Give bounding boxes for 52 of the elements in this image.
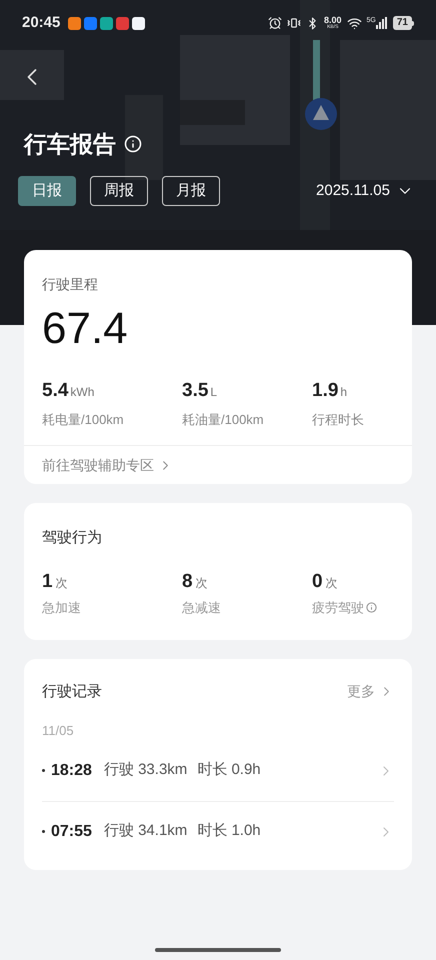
behavior-label: 急减速 <box>182 599 221 617</box>
metric-value: 3.5 <box>182 379 208 403</box>
count-value: 8 <box>182 570 193 594</box>
wifi-icon <box>346 16 362 30</box>
metric-value: 1.9 <box>312 379 338 403</box>
trip-duration: 时长 0.9h <box>197 760 261 780</box>
trip-distance: 行驶 33.3km <box>104 760 188 780</box>
date-picker[interactable]: 2025.11.05 <box>316 180 414 202</box>
trip-row[interactable]: 07:55 行驶 34.1km 时长 1.0h <box>42 802 394 862</box>
metric-unit: kWh <box>70 384 94 401</box>
behavior-label: 疲劳驾驶 <box>312 599 364 617</box>
status-time: 20:45 <box>22 12 60 33</box>
count-value: 1 <box>42 570 53 594</box>
count-value: 0 <box>312 570 323 594</box>
count-unit: 次 <box>326 574 338 592</box>
vibrate-icon <box>287 16 301 30</box>
metric-unit: L <box>210 384 218 401</box>
alarm-icon <box>268 16 282 30</box>
battery-level: 71 <box>392 16 412 30</box>
app-notification-icon <box>68 16 82 30</box>
bluetooth-icon <box>306 16 319 30</box>
behavior-label: 急加速 <box>42 599 81 617</box>
metric-unit: h <box>340 384 348 401</box>
count-unit: 次 <box>56 574 68 592</box>
card-title: 行驶记录 <box>42 682 102 702</box>
mileage-value: 67.4 <box>42 307 129 351</box>
record-date: 11/05 <box>42 722 75 740</box>
metric-label: 耗油量/100km <box>182 410 265 428</box>
app-notification-icon <box>132 16 146 30</box>
app-notification-icon <box>84 16 98 30</box>
trip-duration: 时长 1.0h <box>197 821 261 842</box>
driving-assist-link[interactable]: 前往驾驶辅助专区 <box>24 446 412 484</box>
report-tab[interactable]: 日报 <box>18 176 76 206</box>
card-label: 行驶里程 <box>42 275 99 294</box>
report-tab[interactable]: 周报 <box>90 176 148 206</box>
network-speed: 8.00 <box>324 16 342 25</box>
trip-distance: 行驶 34.1km <box>104 821 188 842</box>
trip-time: 18:28 <box>51 760 92 780</box>
card-title: 驾驶行为 <box>42 528 103 548</box>
metric-label: 行程时长 <box>312 410 365 428</box>
bullet-icon <box>42 830 45 833</box>
metric-value: 5.4 <box>42 379 68 403</box>
trip-time: 07:55 <box>51 822 92 842</box>
bullet-icon <box>42 769 45 772</box>
metric-label: 耗电量/100km <box>42 410 125 428</box>
signal-icon <box>376 17 388 29</box>
report-tab[interactable]: 月报 <box>162 176 220 206</box>
app-notification-icon <box>116 16 130 30</box>
count-unit: 次 <box>196 574 208 592</box>
app-notification-icon <box>100 16 114 30</box>
page-title: 行车报告 <box>24 130 116 159</box>
trip-row[interactable]: 18:28 行驶 33.3km 时长 0.9h <box>42 740 394 800</box>
